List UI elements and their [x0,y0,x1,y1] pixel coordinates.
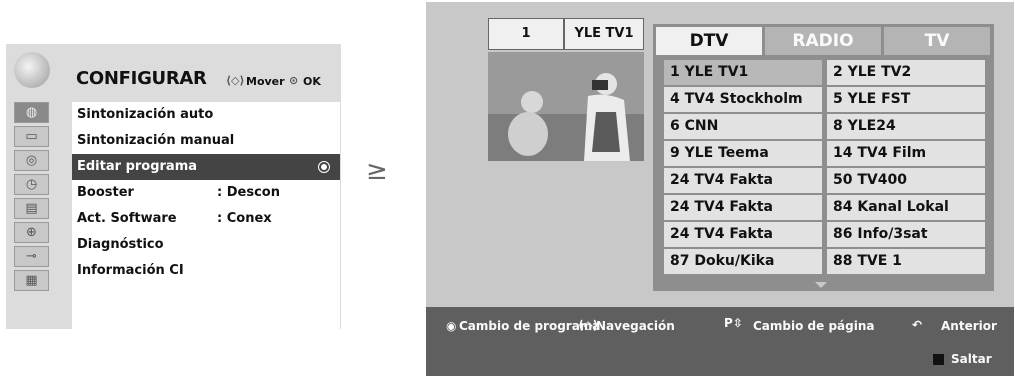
globe-icon[interactable]: ◍ [14,102,49,123]
tab-radio[interactable]: RADIO [765,27,881,55]
menu-item-value: : Descon [217,185,280,200]
plug-icon[interactable]: ⊸ [14,246,49,267]
menu-item-label: Editar programa [77,159,198,174]
calendar-icon[interactable]: ▤ [14,198,49,219]
ok-button-icon [318,161,330,173]
hint-skip: Saltar [951,352,992,366]
category-icon-column: ◍ ▭ ◎ ◷ ▤ ⊕ ⊸ ▦ [14,102,49,294]
channel-item[interactable]: 4 TV4 Stockholm [664,87,822,112]
menu-item-label: Sintonización auto [77,107,214,122]
menu-item-label: Información CI [77,263,184,278]
hint-navigation: Navegación [596,319,675,333]
channel-item[interactable]: 87 Doku/Kika [664,249,822,274]
menu-item-software-update[interactable]: Act. Software : Conex [72,206,340,232]
menu-item-auto-tuning[interactable]: Sintonización auto [72,102,340,128]
channel-item[interactable]: 2 YLE TV2 [827,60,985,85]
menu-title: CONFIGURAR [76,68,207,89]
menu-item-label: Act. Software [77,211,177,226]
channel-list-frame: DTV RADIO TV 1 YLE TV1 2 YLE TV2 4 TV4 S… [653,24,994,291]
channel-item[interactable]: 88 TVE 1 [827,249,985,274]
current-channel-name: YLE TV1 [564,18,644,50]
menu-item-booster[interactable]: Booster : Descon [72,180,340,206]
setup-menu-panel: CONFIGURAR ⟨◇⟩ Mover ⊙ OK ◍ ▭ ◎ ◷ ▤ ⊕ ⊸ … [6,44,341,329]
padlock-icon[interactable]: ⊕ [14,222,49,243]
channel-item[interactable]: 9 YLE Teema [664,141,822,166]
tab-dtv[interactable]: DTV [656,27,762,55]
menu-item-label: Diagnóstico [77,237,164,252]
menu-item-label: Sintonización manual [77,133,235,148]
channel-item[interactable]: 24 TV4 Fakta [664,168,822,193]
menu-item-label: Booster [77,185,134,200]
satellite-dish-icon [14,52,50,88]
back-arrow-icon: ↶ [912,318,923,332]
transition-arrow-icon: ≥ [366,156,388,186]
channel-item[interactable]: 86 Info/3sat [827,222,985,247]
help-bar: ◉ Cambio de programa ⟨◇⟩ Navegación P⇳ C… [426,307,1014,376]
channel-item[interactable]: 24 TV4 Fakta [664,195,822,220]
navigate-arrows-icon: ⟨◇⟩ [226,74,245,87]
menu-item-list: Sintonización auto Sintonización manual … [72,102,340,329]
current-channel-number: 1 [488,18,564,50]
program-edit-screen: 1 YLE TV1 DTV RADIO TV 1 YLE TV1 2 YLE T… [426,2,1014,376]
ok-circle-icon: ⊙ [289,74,299,87]
channel-preview-image [488,52,644,161]
channel-item[interactable]: 24 TV4 Fakta [664,222,822,247]
clock-icon[interactable]: ◷ [14,174,49,195]
channel-item[interactable]: 6 CNN [664,114,822,139]
channel-item[interactable]: 5 YLE FST [827,87,985,112]
channel-item[interactable]: 8 YLE24 [827,114,985,139]
channel-item[interactable]: 14 TV4 Film [827,141,985,166]
hint-move-label: Mover [246,75,285,88]
menu-item-diagnostics[interactable]: Diagnóstico [72,232,340,258]
preview-photo [488,52,644,161]
hint-page-change: Cambio de página [753,319,875,333]
channel-item[interactable]: 84 Kanal Lokal [827,195,985,220]
ok-circle-icon: ◉ [446,319,457,333]
page-up-down-icon: P⇳ [724,316,743,330]
menu-item-value: : Conex [217,211,272,226]
channel-item[interactable]: 1 YLE TV1 [664,60,822,85]
skip-key-icon [933,354,944,365]
speaker-icon[interactable]: ◎ [14,150,49,171]
menu-item-edit-program[interactable]: Editar programa [72,154,340,180]
tab-tv[interactable]: TV [884,27,990,55]
scroll-down-icon[interactable] [815,282,827,288]
menu-item-manual-tuning[interactable]: Sintonización manual [72,128,340,154]
menu-item-ci-information[interactable]: Información CI [72,258,340,284]
channel-item[interactable]: 50 TV400 [827,168,985,193]
hint-ok-label: OK [303,75,321,88]
keyboard-icon[interactable]: ▦ [14,270,49,291]
screen-icon[interactable]: ▭ [14,126,49,147]
hint-back: Anterior [941,319,997,333]
menu-header: CONFIGURAR ⟨◇⟩ Mover ⊙ OK [6,44,341,100]
